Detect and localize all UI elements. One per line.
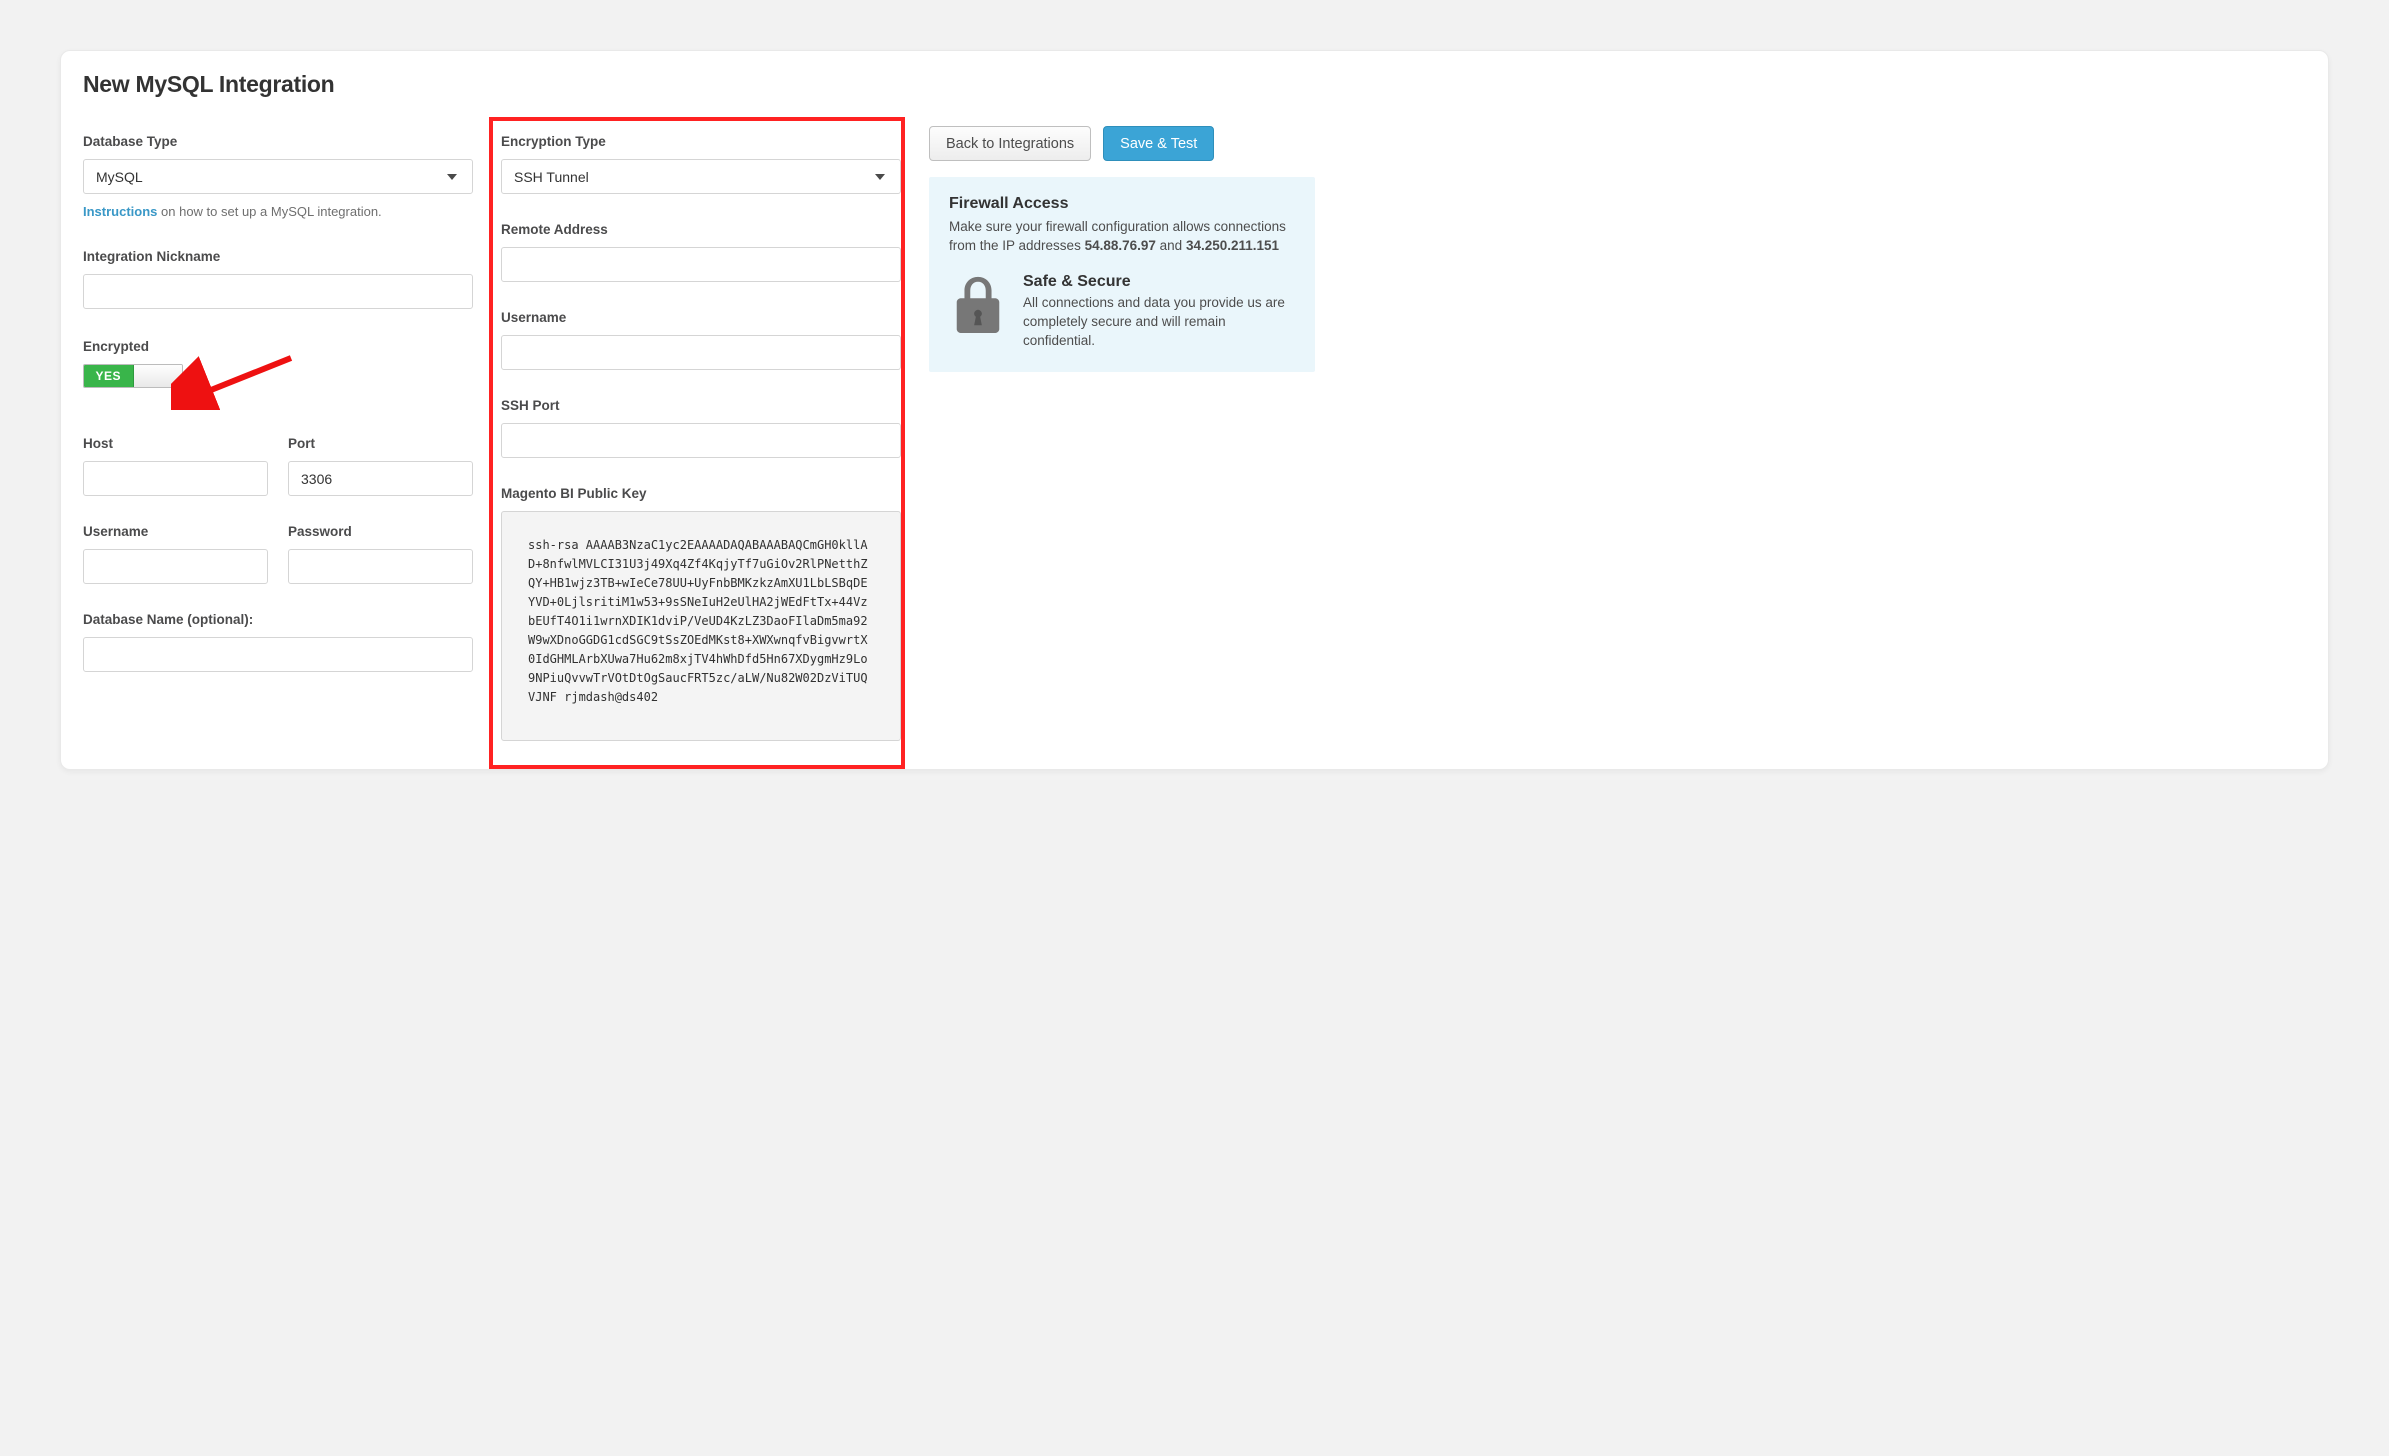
host-label: Host <box>83 436 268 451</box>
firewall-text: Make sure your firewall configuration al… <box>949 217 1295 255</box>
secure-title: Safe & Secure <box>1023 273 1295 291</box>
instructions-helper: Instructions on how to set up a MySQL in… <box>83 204 473 219</box>
encrypted-label: Encrypted <box>83 339 473 354</box>
nickname-label: Integration Nickname <box>83 249 473 264</box>
dbname-input[interactable] <box>83 637 473 672</box>
encrypted-toggle[interactable]: YES <box>83 364 183 388</box>
encryption-column: Encryption Type Remote Address Username … <box>501 126 901 741</box>
ssh-username-label: Username <box>501 310 901 325</box>
username-input[interactable] <box>83 549 268 584</box>
sshport-input[interactable] <box>501 423 901 458</box>
dbtype-select[interactable] <box>83 159 473 194</box>
right-column: Back to Integrations Save & Test Firewal… <box>929 126 1315 741</box>
firewall-title: Firewall Access <box>949 195 1295 213</box>
secure-text: All connections and data you provide us … <box>1023 293 1295 350</box>
sshport-label: SSH Port <box>501 398 901 413</box>
remote-label: Remote Address <box>501 222 901 237</box>
left-column: Database Type Instructions on how to set… <box>83 126 473 741</box>
username-label: Username <box>83 524 268 539</box>
encrypted-toggle-blank <box>134 365 183 387</box>
nickname-input[interactable] <box>83 274 473 309</box>
dbtype-label: Database Type <box>83 134 473 149</box>
enctype-label: Encryption Type <box>501 134 901 149</box>
dbname-label: Database Name (optional): <box>83 612 473 627</box>
password-label: Password <box>288 524 473 539</box>
enctype-select[interactable] <box>501 159 901 194</box>
firewall-card: Firewall Access Make sure your firewall … <box>929 177 1315 372</box>
pubkey-label: Magento BI Public Key <box>501 486 901 501</box>
password-input[interactable] <box>288 549 473 584</box>
back-button[interactable]: Back to Integrations <box>929 126 1091 161</box>
save-button[interactable]: Save & Test <box>1103 126 1214 161</box>
port-input[interactable] <box>288 461 473 496</box>
host-input[interactable] <box>83 461 268 496</box>
encrypted-toggle-yes: YES <box>84 365 134 387</box>
port-label: Port <box>288 436 473 451</box>
page-title: New MySQL Integration <box>83 71 2306 98</box>
instructions-link[interactable]: Instructions <box>83 204 157 219</box>
integration-panel: New MySQL Integration Database Type Inst… <box>60 50 2329 770</box>
pubkey-box[interactable]: ssh-rsa AAAAB3NzaC1yc2EAAAADAQABAAABAQCm… <box>501 511 901 741</box>
ssh-username-input[interactable] <box>501 335 901 370</box>
remote-input[interactable] <box>501 247 901 282</box>
lock-icon <box>949 273 1007 335</box>
